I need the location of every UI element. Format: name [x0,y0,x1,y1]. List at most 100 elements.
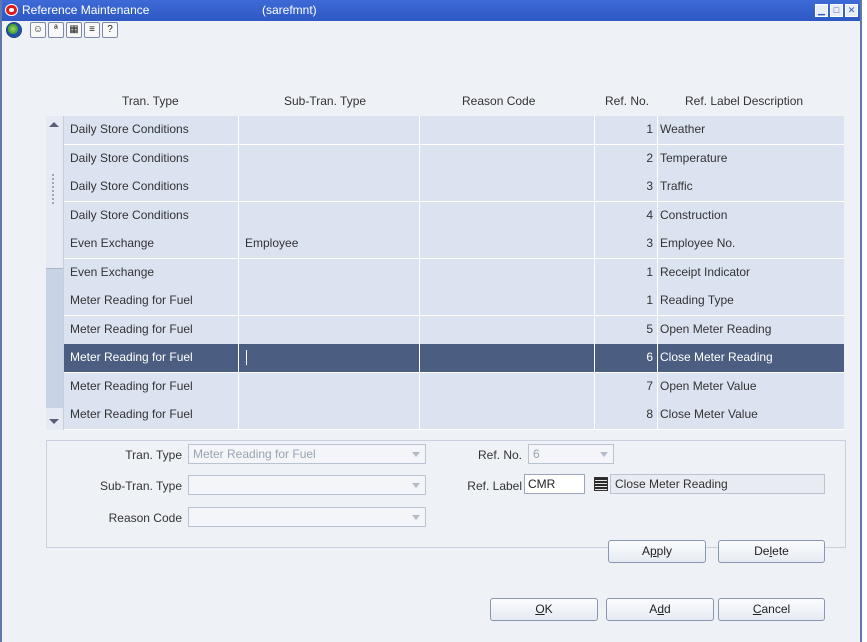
ref-label-description-field: Close Meter Reading [610,474,825,494]
table-row[interactable]: Even Exchange Employee 3 Employee No. [64,230,844,259]
ok-button[interactable]: OK [490,598,598,621]
column-header-reason-code[interactable]: Reason Code [462,94,535,112]
ref-no-cell[interactable]: 1 [595,116,658,144]
tran-type-label: Tran. Type [125,448,182,462]
ref-label-description-cell[interactable]: Traffic [658,173,844,201]
grid-vertical-scrollbar[interactable] [46,116,64,430]
tran-type-cell[interactable]: Daily Store Conditions [64,144,239,173]
ref-label-description-cell[interactable]: Reading Type [658,287,844,315]
sub-tran-type-cell[interactable] [239,201,420,230]
ref-label-description-cell[interactable]: Employee No. [658,230,844,258]
table-row[interactable]: Meter Reading for Fuel 1 Reading Type [64,287,844,316]
reason-code-cell[interactable] [420,287,595,315]
ref-no-cell[interactable]: 5 [595,315,658,344]
delete-button[interactable]: Delete [718,540,825,563]
spell-check-icon[interactable]: ª [48,22,64,38]
apply-button[interactable]: Apply [608,540,706,563]
scroll-up-icon[interactable] [49,122,59,127]
maximize-icon[interactable]: □ [830,4,843,17]
scroll-down-icon[interactable] [49,419,59,424]
column-header-ref-no[interactable]: Ref. No. [605,94,649,112]
sub-tran-type-cell[interactable] [239,173,420,201]
ref-label-description-cell[interactable]: Weather [658,116,844,144]
ref-label-description-cell[interactable]: Close Meter Reading [658,344,844,372]
sub-tran-type-cell[interactable] [239,116,420,144]
cancel-button[interactable]: Cancel [718,598,825,621]
tran-type-cell[interactable]: Daily Store Conditions [64,201,239,230]
tran-type-cell[interactable]: Meter Reading for Fuel [64,401,239,429]
ref-label-description-cell[interactable]: Open Meter Value [658,372,844,401]
reason-code-cell[interactable] [420,173,595,201]
ref-label-description-cell[interactable]: Open Meter Reading [658,315,844,344]
sub-tran-type-cell[interactable]: Employee [239,230,420,258]
sub-tran-type-label: Sub-Tran. Type [99,479,182,493]
ref-no-select[interactable]: 6 [528,444,614,464]
tran-type-cell[interactable]: Meter Reading for Fuel [64,287,239,315]
sub-tran-type-cell[interactable] [239,258,420,287]
tran-type-select[interactable]: Meter Reading for Fuel [188,444,426,464]
reason-code-cell[interactable] [420,201,595,230]
tran-type-cell[interactable]: Daily Store Conditions [64,116,239,144]
tran-type-cell[interactable]: Even Exchange [64,258,239,287]
table-row[interactable]: Meter Reading for Fuel 8 Close Meter Value [64,401,844,430]
ref-no-cell[interactable]: 4 [595,201,658,230]
reason-code-cell[interactable] [420,116,595,144]
sub-tran-type-cell[interactable] [239,144,420,173]
table-row[interactable]: Daily Store Conditions 2 Temperature [64,144,844,173]
notes-icon[interactable]: ≡ [84,22,100,38]
table-icon[interactable]: ▦ [66,22,82,38]
tran-type-cell[interactable]: Daily Store Conditions [64,173,239,201]
ref-label-description-cell[interactable]: Construction [658,201,844,230]
sub-tran-type-cell[interactable] [239,287,420,315]
ref-label-description-cell[interactable]: Close Meter Value [658,401,844,429]
reason-code-cell[interactable] [420,372,595,401]
reason-code-cell[interactable] [420,315,595,344]
table-row[interactable]: Meter Reading for Fuel 7 Open Meter Value [64,372,844,401]
sub-tran-type-cell[interactable] [239,401,420,429]
list-of-values-icon[interactable] [594,477,608,491]
table-row[interactable]: Meter Reading for Fuel 5 Open Meter Readin… [64,315,844,344]
ref-label-description-cell[interactable]: Temperature [658,144,844,173]
tran-type-cell[interactable]: Meter Reading for Fuel [64,315,239,344]
column-header-tran-type[interactable]: Tran. Type [122,94,179,112]
face-icon[interactable]: ☺ [30,22,46,38]
minimize-icon[interactable]: ▁ [815,4,828,17]
ref-no-cell[interactable]: 3 [595,173,658,201]
sub-tran-type-cell[interactable] [239,344,420,372]
ref-no-cell[interactable]: 1 [595,287,658,315]
ref-no-cell[interactable]: 1 [595,258,658,287]
tran-type-cell[interactable]: Even Exchange [64,230,239,258]
ref-no-cell[interactable]: 6 [595,344,658,372]
help-icon[interactable]: ? [102,22,118,38]
globe-icon[interactable] [6,22,22,38]
table-row[interactable]: Meter Reading for Fuel 6 Close Meter Readi… [64,344,844,373]
reason-code-cell[interactable] [420,258,595,287]
ref-no-cell[interactable]: 2 [595,144,658,173]
ref-no-cell[interactable]: 7 [595,372,658,401]
text-cursor [246,350,247,365]
ref-no-cell[interactable]: 3 [595,230,658,258]
reason-code-select[interactable] [188,507,426,527]
close-icon[interactable]: ✕ [845,4,858,17]
ref-label-description-cell[interactable]: Receipt Indicator [658,258,844,287]
oracle-logo-icon [5,4,18,16]
sub-tran-type-cell[interactable] [239,372,420,401]
column-header-sub-tran-type[interactable]: Sub-Tran. Type [284,94,366,112]
table-row[interactable]: Daily Store Conditions 1 Weather [64,116,844,145]
tran-type-cell[interactable]: Meter Reading for Fuel [64,344,239,372]
table-row[interactable]: Daily Store Conditions 4 Construction [64,201,844,230]
add-button[interactable]: Add [606,598,714,621]
reason-code-cell[interactable] [420,230,595,258]
sub-tran-type-select[interactable] [188,475,426,495]
reason-code-cell[interactable] [420,144,595,173]
scrollbar-thumb[interactable] [46,268,63,408]
ref-no-cell[interactable]: 8 [595,401,658,429]
ref-label-input[interactable]: CMR [524,474,585,494]
table-row[interactable]: Daily Store Conditions 3 Traffic [64,173,844,202]
tran-type-cell[interactable]: Meter Reading for Fuel [64,372,239,401]
sub-tran-type-cell[interactable] [239,315,420,344]
column-header-ref-label-description[interactable]: Ref. Label Description [685,94,803,112]
reason-code-cell[interactable] [420,344,595,372]
reason-code-cell[interactable] [420,401,595,429]
table-row[interactable]: Even Exchange 1 Receipt Indicator [64,258,844,287]
